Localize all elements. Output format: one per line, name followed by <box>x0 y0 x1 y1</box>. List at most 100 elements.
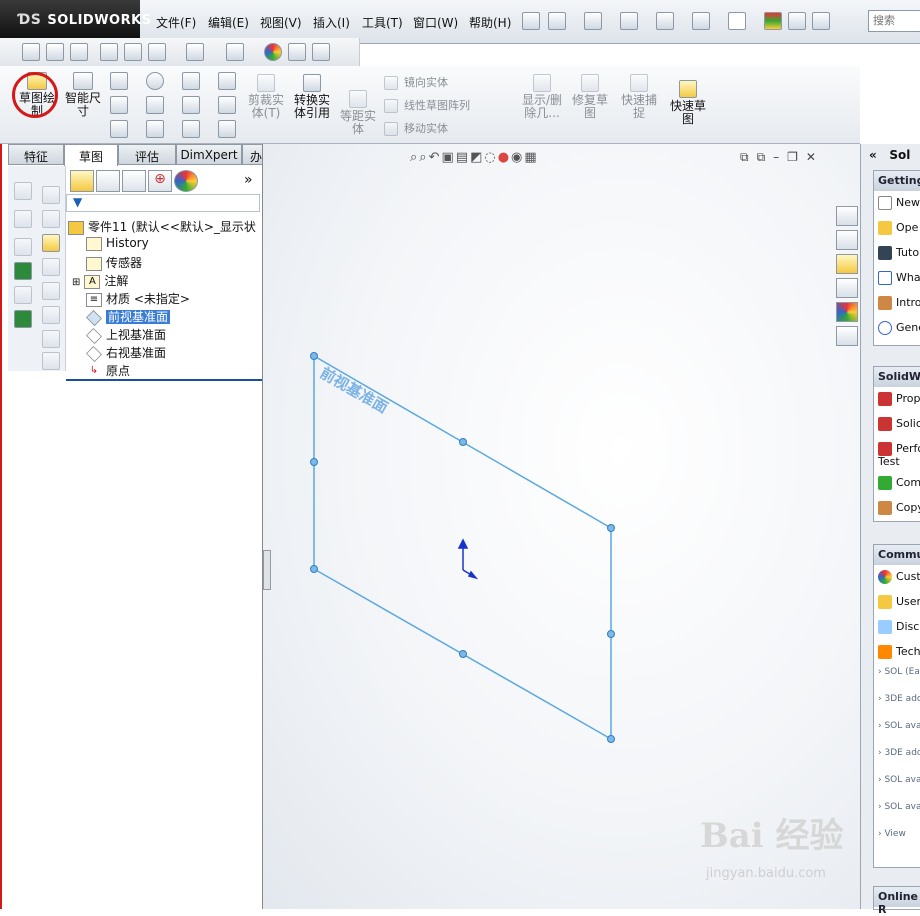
convert-entities-button[interactable]: 转换实体引用 <box>290 74 334 120</box>
linear-pattern-button[interactable]: 线性草图阵列 <box>384 97 470 113</box>
rp-item[interactable]: Prop <box>874 387 920 412</box>
offset-entities-button[interactable]: 等距实体 <box>338 90 378 136</box>
menu-insert[interactable]: 插入(I) <box>313 14 350 31</box>
custom-properties-icon[interactable] <box>836 326 858 346</box>
display-style-icon[interactable]: ◩ <box>470 150 484 165</box>
plane-handle[interactable] <box>310 352 318 360</box>
appearance-icon[interactable] <box>264 43 282 61</box>
spline-icon[interactable] <box>182 72 200 90</box>
slot-icon[interactable] <box>110 120 128 138</box>
rail-icon-9[interactable] <box>42 234 60 252</box>
smart-dimension-button[interactable]: 智能尺寸 <box>62 72 104 118</box>
tree-item-origin[interactable]: ↳ 原点 <box>86 362 130 380</box>
scene-icon[interactable] <box>288 43 306 61</box>
property-manager-tab-icon[interactable] <box>96 170 120 192</box>
move-entities-button[interactable]: 移动实体 <box>384 120 448 136</box>
rail-icon-3[interactable] <box>14 238 32 256</box>
zoom-area-icon[interactable]: ⌕ <box>419 150 428 165</box>
show-delete-relations-button[interactable]: 显示/删除几... <box>518 74 566 120</box>
menu-edit[interactable]: 编辑(E) <box>208 14 249 31</box>
quick-snaps-button[interactable]: 快速捕捉 <box>618 74 660 120</box>
restore-icon[interactable]: ❐ <box>787 150 806 164</box>
rail-icon-11[interactable] <box>42 282 60 300</box>
loop-icon[interactable] <box>14 310 32 328</box>
hide-show-icon[interactable]: ◌ <box>484 150 497 165</box>
file-explorer-icon[interactable] <box>836 254 858 274</box>
pin-icon[interactable] <box>522 12 540 30</box>
design-library-icon[interactable] <box>836 230 858 250</box>
print-icon[interactable] <box>656 12 674 30</box>
news-item[interactable]: › 3DE add <box>874 746 920 773</box>
rectangle-icon[interactable] <box>110 96 128 114</box>
arc-icon[interactable] <box>146 96 164 114</box>
view-orientation-icon[interactable]: ▤ <box>456 150 470 165</box>
new-document-icon[interactable] <box>548 12 566 30</box>
ellipse-icon[interactable] <box>182 96 200 114</box>
rp-item[interactable]: Tuto <box>874 241 920 266</box>
dynamic-annotation-icon[interactable] <box>124 43 142 61</box>
scene-icon[interactable]: ◉ <box>511 150 524 165</box>
tab-evaluate[interactable]: 评估 <box>118 144 176 165</box>
view-palette-icon[interactable] <box>836 278 858 298</box>
plane-handle[interactable] <box>310 565 318 573</box>
rp-item[interactable]: New <box>874 191 920 216</box>
tree-item-sensors[interactable]: 传感器 <box>86 254 142 272</box>
expand-chevron-icon[interactable]: » <box>244 172 253 188</box>
zoom-to-fit-icon[interactable] <box>22 43 40 61</box>
plane-handle[interactable] <box>459 650 467 658</box>
rp-item[interactable]: Com <box>874 471 920 496</box>
hide-show-icon[interactable] <box>226 43 244 61</box>
undo-icon[interactable] <box>692 12 710 30</box>
sketch-canvas[interactable]: 前视基准面 <box>263 144 861 909</box>
rp-item[interactable]: Intro <box>874 291 920 316</box>
view-orientation-icon[interactable] <box>148 43 166 61</box>
rp-item[interactable]: Disc <box>874 615 920 640</box>
search-input[interactable] <box>868 10 920 32</box>
rp-item[interactable]: User <box>874 590 920 615</box>
rail-icon-14[interactable] <box>42 352 60 370</box>
mirror-entities-button[interactable]: 镜向实体 <box>384 74 448 90</box>
menu-help[interactable]: 帮助(H) <box>469 14 511 31</box>
news-item[interactable]: › 3DE add <box>874 692 920 719</box>
rail-icon-1[interactable] <box>14 182 32 200</box>
previous-view-icon[interactable] <box>70 43 88 61</box>
rail-icon-5[interactable] <box>14 286 32 304</box>
view-settings-icon[interactable] <box>312 43 330 61</box>
rp-item[interactable]: Solic <box>874 412 920 437</box>
rp-item[interactable]: Perfo Test <box>874 437 920 471</box>
line-icon[interactable] <box>110 72 128 90</box>
menu-file[interactable]: 文件(F) <box>156 14 196 31</box>
news-item[interactable]: › SOL ava <box>874 719 920 746</box>
circle-icon[interactable] <box>146 72 164 90</box>
select-arrow-icon[interactable] <box>728 12 746 30</box>
view-settings-icon[interactable]: ▦ <box>524 150 538 165</box>
options-icon[interactable] <box>812 12 830 30</box>
save-icon[interactable] <box>620 12 638 30</box>
graphics-area[interactable]: 前视基准面 <box>262 144 860 909</box>
plane-handle[interactable] <box>607 630 615 638</box>
dimxpert-manager-tab-icon[interactable]: ⊕ <box>148 170 172 192</box>
menu-view[interactable]: 视图(V) <box>260 14 302 31</box>
rail-icon-2[interactable] <box>14 210 32 228</box>
plane-handle[interactable] <box>607 524 615 532</box>
rail-icon-10[interactable] <box>42 258 60 276</box>
tree-item-front-plane[interactable]: 前视基准面 <box>86 308 171 326</box>
tile-icon[interactable]: ⧉ <box>757 150 774 164</box>
tree-item-right-plane[interactable]: 右视基准面 <box>86 344 166 362</box>
tree-item-annotations[interactable]: ⊞ A 注解 <box>72 272 128 290</box>
news-item[interactable]: › SOL ava <box>874 800 920 827</box>
tab-features[interactable]: 特征 <box>8 144 64 165</box>
rp-item[interactable]: Wha <box>874 266 920 291</box>
plane-handle[interactable] <box>459 438 467 446</box>
home-icon[interactable] <box>836 206 858 226</box>
menu-tools[interactable]: 工具(T) <box>362 14 403 31</box>
tree-item-material[interactable]: ≡ 材质 <未指定> <box>86 290 190 308</box>
text-icon[interactable] <box>218 96 236 114</box>
fillet-icon[interactable] <box>182 120 200 138</box>
tree-item-top-plane[interactable]: 上视基准面 <box>86 326 166 344</box>
configuration-manager-tab-icon[interactable] <box>122 170 146 192</box>
construction-icon[interactable] <box>218 72 236 90</box>
appearances-icon[interactable] <box>836 302 858 322</box>
zoom-to-fit-icon[interactable]: ⌕ <box>410 150 419 165</box>
rail-icon-8[interactable] <box>42 210 60 228</box>
